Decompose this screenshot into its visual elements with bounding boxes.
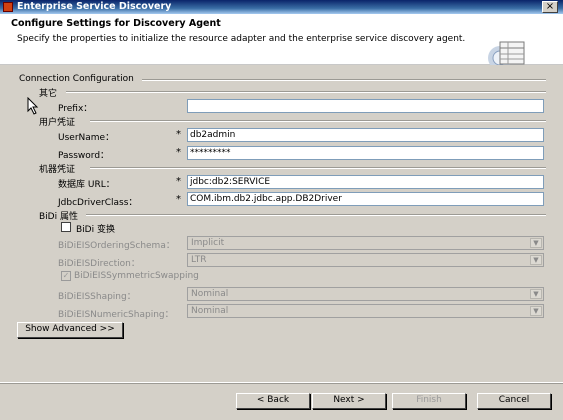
connection-config-heading: Connection Configuration bbox=[19, 74, 134, 84]
password-label: Password： bbox=[58, 151, 110, 161]
ordering-schema-label: BiDiEISOrderingSchema： bbox=[58, 241, 175, 251]
finish-button[interactable]: Finish bbox=[392, 393, 466, 409]
shaping-value: Nominal bbox=[191, 289, 229, 299]
numeric-shaping-value: Nominal bbox=[191, 306, 229, 316]
wizard-footer: < Back Next > Finish Cancel bbox=[0, 383, 563, 420]
close-button[interactable]: × bbox=[542, 1, 558, 13]
direction-select[interactable]: LTR ▼ bbox=[187, 253, 544, 267]
cancel-button[interactable]: Cancel bbox=[477, 393, 551, 409]
jdbc-driver-input[interactable]: COM.ibm.db2.jdbc.app.DB2Driver bbox=[187, 192, 544, 206]
window-title: Enterprise Service Discovery bbox=[17, 1, 172, 12]
direction-label: BiDiEISDirection： bbox=[58, 259, 140, 269]
prefix-input[interactable] bbox=[187, 99, 544, 113]
section-divider bbox=[86, 214, 546, 216]
bidi-heading: BiDi 属性 bbox=[39, 212, 78, 222]
page-title: Configure Settings for Discovery Agent bbox=[11, 18, 221, 29]
ordering-schema-select[interactable]: Implicit ▼ bbox=[187, 236, 544, 250]
shaping-select[interactable]: Nominal ▼ bbox=[187, 287, 544, 301]
user-credentials-heading: 用户凭证 bbox=[39, 118, 76, 128]
password-input[interactable]: ********* bbox=[187, 146, 544, 160]
bidi-transform-label: BiDi 变换 bbox=[76, 225, 115, 235]
bidi-transform-checkbox[interactable] bbox=[61, 222, 71, 232]
show-advanced-button[interactable]: Show Advanced >> bbox=[17, 322, 123, 338]
required-marker: * bbox=[176, 194, 181, 205]
required-marker: * bbox=[176, 129, 181, 140]
numeric-shaping-select[interactable]: Nominal ▼ bbox=[187, 304, 544, 318]
numeric-shaping-label: BiDiEISNumericShaping： bbox=[58, 310, 174, 320]
database-url-label: 数据库 URL： bbox=[58, 180, 115, 190]
wizard-banner: Configure Settings for Discovery Agent S… bbox=[0, 14, 563, 70]
required-marker: * bbox=[176, 176, 181, 187]
prefix-label: Prefix： bbox=[58, 104, 93, 114]
username-input[interactable]: db2admin bbox=[187, 128, 544, 142]
chevron-down-icon[interactable]: ▼ bbox=[530, 238, 542, 248]
back-button[interactable]: < Back bbox=[236, 393, 310, 409]
section-divider bbox=[90, 120, 546, 122]
section-divider bbox=[66, 91, 546, 93]
next-button[interactable]: Next > bbox=[312, 393, 386, 409]
chevron-down-icon[interactable]: ▼ bbox=[530, 289, 542, 299]
chevron-down-icon[interactable]: ▼ bbox=[530, 255, 542, 265]
direction-value: LTR bbox=[191, 255, 207, 265]
shaping-label: BiDiEISShaping： bbox=[58, 292, 136, 302]
database-url-input[interactable]: jdbc:db2:SERVICE bbox=[187, 175, 544, 189]
machine-credentials-heading: 机器凭证 bbox=[39, 165, 76, 175]
symmetric-swapping-checkbox[interactable]: ✓ bbox=[61, 271, 71, 281]
symmetric-swapping-label: BiDiEISSymmetricSwapping bbox=[74, 271, 199, 281]
section-divider bbox=[90, 167, 546, 169]
misc-heading: 其它 bbox=[39, 89, 58, 99]
page-description: Specify the properties to initialize the… bbox=[17, 34, 466, 44]
chevron-down-icon[interactable]: ▼ bbox=[530, 306, 542, 316]
app-icon bbox=[3, 2, 13, 12]
jdbc-driver-label: JdbcDriverClass： bbox=[58, 198, 138, 208]
section-divider bbox=[142, 79, 546, 81]
username-label: UserName： bbox=[58, 133, 115, 143]
title-bar[interactable]: Enterprise Service Discovery × bbox=[0, 0, 563, 14]
mouse-cursor-icon bbox=[27, 97, 39, 115]
required-marker: * bbox=[176, 147, 181, 158]
ordering-schema-value: Implicit bbox=[191, 238, 225, 248]
